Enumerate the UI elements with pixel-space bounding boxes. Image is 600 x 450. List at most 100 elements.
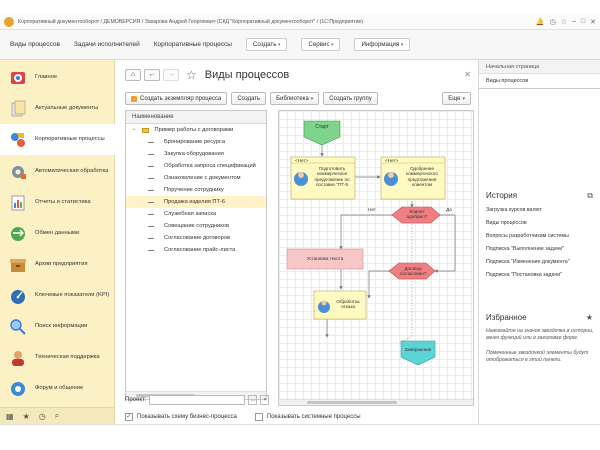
sidebar-item-automation[interactable]: Автоматическая обработка xyxy=(0,156,115,187)
star-icon[interactable]: ☆ xyxy=(561,18,567,26)
history-item[interactable]: Виды процессов xyxy=(479,217,600,230)
create-group-button[interactable]: Создать группу xyxy=(323,92,378,105)
more-dropdown[interactable]: Еще xyxy=(442,92,471,105)
scrollbar-thumb[interactable] xyxy=(307,401,397,404)
favorites-star-icon[interactable]: ★ xyxy=(23,412,30,421)
history-title: История ⧉ xyxy=(479,188,600,204)
form-nav-row: ⌂ ← → ☆ Виды процессов xyxy=(125,68,289,82)
list-item-selected[interactable]: Продажа изделия ПТ-6 xyxy=(126,196,266,208)
item-dash-icon xyxy=(148,153,154,155)
list-item-label: Служебная записка xyxy=(164,211,217,217)
show-system-checkbox[interactable] xyxy=(254,413,263,421)
decision1-yes-label: Да xyxy=(446,207,452,212)
menu-corporate-processes[interactable]: Корпоративные процессы xyxy=(154,41,232,48)
list-item[interactable]: Ознакомление с документом xyxy=(126,172,266,184)
list-item[interactable]: Согласование прайс-листа xyxy=(126,244,266,256)
task3-label: Обработка отказа xyxy=(336,299,360,310)
sidebar-item-search[interactable]: Поиск информации xyxy=(0,311,115,342)
sidebar-item-label: Отчеты и статистика xyxy=(35,198,91,205)
list-item[interactable]: Служебная записка xyxy=(126,208,266,220)
minimize-icon[interactable]: – xyxy=(572,18,576,26)
close-icon[interactable]: ✕ xyxy=(590,18,596,26)
project-clear-button[interactable]: × xyxy=(260,395,270,405)
diagram-horizontal-scrollbar[interactable] xyxy=(279,399,473,405)
list-folder-row[interactable]: − Пример работы с договорами xyxy=(126,124,266,136)
sidebar-item-reports[interactable]: Отчеты и статистика xyxy=(0,187,115,218)
exchange-icon xyxy=(9,225,27,243)
item-dash-icon xyxy=(148,141,154,143)
sidebar-item-label: Техническая поддержка xyxy=(35,353,100,360)
history-item[interactable]: Вопросы разработчикам системы xyxy=(479,230,600,243)
home-nav-icon[interactable]: ⌂ xyxy=(125,69,141,81)
connector-line xyxy=(339,214,392,250)
project-input[interactable] xyxy=(149,395,246,405)
sidebar-item-processes[interactable]: Корпоративные процессы xyxy=(0,124,115,155)
expand-icon[interactable]: − xyxy=(132,127,136,133)
archive-icon xyxy=(9,256,27,274)
process-types-list[interactable]: Наименование − Пример работы с договорам… xyxy=(125,110,267,400)
sidebar-item-exchange[interactable]: Обмен данными xyxy=(0,218,115,249)
sidebar-item-support[interactable]: Техническая поддержка xyxy=(0,342,115,373)
sidebar-item-documents[interactable]: Актуальные документы xyxy=(0,93,115,124)
history-clock-icon[interactable]: ◷ xyxy=(39,412,46,421)
copy-icon[interactable]: ⧉ xyxy=(587,188,593,204)
menu-create-dropdown[interactable]: Создать xyxy=(245,38,288,51)
item-dash-icon xyxy=(148,189,154,191)
list-item[interactable]: Согласование договоров xyxy=(126,232,266,244)
list-item[interactable]: Поручение сотруднику xyxy=(126,184,266,196)
menu-process-types[interactable]: Виды процессов xyxy=(10,41,60,48)
item-dash-icon xyxy=(148,213,154,215)
list-item-label: Поручение сотруднику xyxy=(164,187,224,193)
list-item[interactable]: Обработка запроса спецификаций xyxy=(126,160,266,172)
tab-process-types[interactable]: Виды процессов xyxy=(479,74,600,89)
start-node-label: Старт xyxy=(315,124,329,130)
list-item[interactable]: Совещание сотрудников xyxy=(126,220,266,232)
create-button[interactable]: Создать xyxy=(231,92,267,105)
sidebar-item-kpi[interactable]: Ключевые показатели (KPI) xyxy=(0,280,115,311)
history-item[interactable]: Загрузка курсов валют xyxy=(479,204,600,217)
sidebar-item-label: Обмен данными xyxy=(35,229,80,236)
show-schema-checkbox[interactable]: ✓ xyxy=(125,413,133,421)
sidebar-item-forum[interactable]: Форум и общение xyxy=(0,373,115,404)
list-column-header[interactable]: Наименование xyxy=(126,111,266,124)
back-arrow-icon[interactable]: ← xyxy=(144,69,160,81)
history-item[interactable]: Подписка "Изменение документа" xyxy=(479,256,600,269)
decision1-no-label: Нет xyxy=(368,207,376,212)
list-item[interactable]: Закупка оборудования xyxy=(126,148,266,160)
support-icon xyxy=(9,349,27,367)
history-icon[interactable]: ◷ xyxy=(550,18,556,26)
list-item-label: Совещание сотрудников xyxy=(164,223,229,229)
sidebar-item-label: Форум и общение xyxy=(35,384,84,391)
menu-info-dropdown[interactable]: Информация xyxy=(354,38,411,51)
end-node xyxy=(400,340,436,366)
search-icon xyxy=(9,318,27,336)
sidebar-item-label: Главное xyxy=(35,73,58,80)
bell-icon[interactable]: 🔔 xyxy=(536,18,545,26)
menu-service-dropdown[interactable]: Сервис xyxy=(301,38,341,51)
bottom-divider xyxy=(0,424,600,425)
history-item[interactable]: Подписка "Постановка задачи" xyxy=(479,269,600,282)
sidebar-item-main[interactable]: Главное xyxy=(0,62,115,93)
maximize-icon[interactable]: □ xyxy=(581,18,585,26)
processes-icon xyxy=(9,131,27,149)
project-select-button[interactable]: … xyxy=(248,395,258,405)
sidebar-item-archive[interactable]: Архив предприятия xyxy=(0,249,115,280)
list-item[interactable]: Бронирование ресурса xyxy=(126,136,266,148)
window-titlebar: Корпоративный документооборот / ДЕМОВЕРС… xyxy=(0,14,600,30)
search-small-icon[interactable]: ⌕ xyxy=(55,411,59,421)
item-dash-icon xyxy=(148,177,154,179)
create-instance-button[interactable]: Создать экземпляр процесса xyxy=(125,92,228,105)
tab-start-page[interactable]: Начальная страница xyxy=(479,60,600,74)
connector-line xyxy=(367,270,389,299)
close-form-icon[interactable]: ✕ xyxy=(464,70,471,79)
process-diagram[interactable]: Старт <Нет> Подготовить коммерческое пре… xyxy=(278,110,474,406)
apps-grid-icon[interactable]: ▦ xyxy=(6,412,14,421)
window-controls: 🔔 ◷ ☆ – □ ✕ xyxy=(536,18,596,26)
favorite-star-icon[interactable]: ☆ xyxy=(186,68,197,82)
history-item[interactable]: Подписка "Выполнение задачи" xyxy=(479,243,600,256)
library-dropdown[interactable]: Библиотека xyxy=(270,92,320,105)
forward-arrow-icon[interactable]: → xyxy=(163,69,179,81)
decision1-label: Клиент одобрил? xyxy=(406,209,428,220)
connector-line xyxy=(434,214,456,273)
menu-executor-tasks[interactable]: Задачи исполнителей xyxy=(74,41,140,48)
